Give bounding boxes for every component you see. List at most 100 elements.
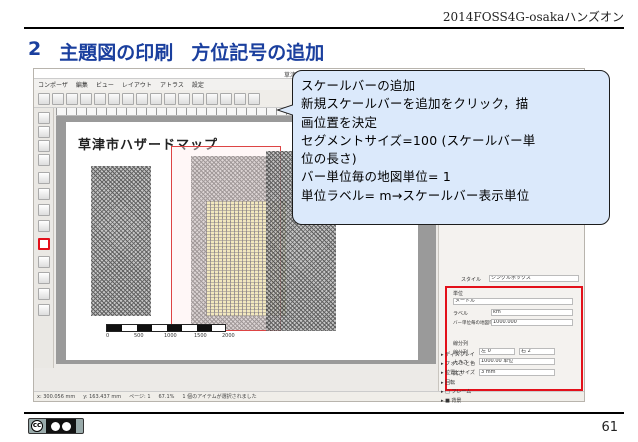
zoom-full-icon[interactable]: [178, 92, 190, 105]
scalebar[interactable]: [106, 324, 226, 332]
callout-line: スケールバーの追加: [301, 78, 416, 93]
cc-icon: cc: [31, 420, 43, 432]
map-extent-box: [171, 146, 281, 331]
select-icon[interactable]: [38, 140, 50, 152]
scale-tick: 2000: [222, 333, 235, 339]
units-select[interactable]: メートル: [453, 298, 573, 305]
export-svg-icon[interactable]: [122, 92, 134, 105]
section-position[interactable]: ▸ 位置とサイズ: [441, 369, 475, 378]
section-background-label: 背景: [451, 398, 462, 405]
title-main: 主題図の印刷: [59, 42, 174, 64]
panel-collapsed-sections: ▸ ディスプレイ ▸ フォントと色 ▸ 位置とサイズ ▸ 回転 ▸ □ フレーム…: [441, 351, 475, 406]
callout-line: 画位置を決定: [301, 114, 378, 130]
menu-settings[interactable]: 設定: [192, 80, 204, 89]
refresh-icon[interactable]: [220, 92, 232, 105]
callout-line: バー単位毎の地図単位= 1: [301, 169, 452, 185]
share-alike-icon: [62, 421, 71, 431]
height-input[interactable]: 3 mm: [479, 369, 555, 376]
scale-tick: 0: [106, 333, 110, 339]
header-text: 2014FOSS4G-osakaハンズオン: [442, 10, 624, 24]
export-pdf-icon[interactable]: [136, 92, 148, 105]
add-html-icon[interactable]: [38, 304, 50, 316]
section-rotation-label: 回転: [445, 379, 456, 386]
label-input[interactable]: km: [491, 309, 573, 316]
add-legend-icon[interactable]: [38, 220, 50, 232]
instruction-callout: スケールバーの追加 新規スケールバーを追加をクリック，描 画位置を決定 セグメン…: [292, 70, 610, 225]
status-x: x: 300.056 mm: [37, 393, 76, 400]
export-image-icon[interactable]: [108, 92, 120, 105]
style-select[interactable]: シングルボックス: [489, 275, 579, 282]
lock-icon[interactable]: [234, 92, 246, 105]
section-fonts[interactable]: ▸ フォントと色: [441, 360, 475, 369]
add-scalebar-icon[interactable]: [38, 238, 50, 250]
status-hint: 1 個のアイテムが選択されました: [182, 394, 257, 400]
unlock-icon[interactable]: [248, 92, 260, 105]
duplicate-icon[interactable]: [80, 92, 92, 105]
menu-composer[interactable]: コンポーザ: [38, 80, 68, 89]
section-frame[interactable]: ▸ □ フレーム: [441, 388, 475, 397]
cc-license-badge: cc: [28, 418, 84, 434]
redo-icon[interactable]: [164, 92, 176, 105]
menu-view[interactable]: ビュー: [96, 80, 114, 89]
segments-right-input[interactable]: 右 2: [519, 348, 555, 355]
add-shape-icon[interactable]: [38, 256, 50, 268]
add-table-icon[interactable]: [38, 288, 50, 300]
menu-layout[interactable]: レイアウト: [122, 80, 152, 89]
left-toolbox: [34, 108, 54, 368]
callout-line: 新規スケールバーを追加をクリック，描: [301, 96, 529, 112]
menu-atlas[interactable]: アトラス: [160, 80, 184, 89]
slide-title: 2 主題図の印刷 方位記号の追加: [28, 38, 324, 65]
section-frame-label: フレーム: [451, 388, 472, 395]
scale-tick: 1500: [194, 333, 207, 339]
label-label: ラベル: [453, 311, 469, 317]
new-icon[interactable]: [38, 92, 50, 105]
units-group-label: 単位: [453, 291, 464, 297]
add-label-icon[interactable]: [38, 204, 50, 216]
map-area-west: [91, 166, 151, 316]
zoom-icon[interactable]: [38, 126, 50, 138]
slide: 2014FOSS4G-osakaハンズオン 2 主題図の印刷 方位記号の追加 草…: [0, 0, 638, 442]
print-icon[interactable]: [94, 92, 106, 105]
menu-edit[interactable]: 編集: [76, 80, 88, 89]
status-page: ページ: 1: [129, 394, 151, 400]
section-fonts-label: フォントと色: [445, 361, 476, 368]
scale-tick: 1000: [164, 333, 177, 339]
callout-pointer-fill: [279, 105, 294, 115]
section-background[interactable]: ▸ ■ 背景: [441, 397, 475, 406]
scale-tick: 500: [134, 333, 144, 339]
segments-left-input[interactable]: 左 0: [479, 348, 515, 355]
attribution-icon: [51, 421, 60, 431]
section-display[interactable]: ▸ ディスプレイ: [441, 351, 475, 360]
size-input[interactable]: 1000.00 単位: [479, 358, 555, 365]
add-arrow-icon[interactable]: [38, 272, 50, 284]
callout-line: 位の長さ): [301, 151, 357, 167]
map-frame[interactable]: [91, 146, 336, 331]
map-units-input[interactable]: 1000.000: [491, 319, 573, 326]
status-bar: x: 300.056 mm y: 163.437 mm ページ: 1 67.1%…: [34, 391, 584, 401]
zoom-out-icon[interactable]: [206, 92, 218, 105]
move-content-icon[interactable]: [38, 154, 50, 166]
add-image-icon[interactable]: [38, 188, 50, 200]
open-icon[interactable]: [52, 92, 64, 105]
segments-group-label: 線分列: [453, 341, 469, 347]
scalebar-ticks: 0 500 1000 1500 2000: [106, 333, 246, 339]
pan-icon[interactable]: [38, 112, 50, 124]
section-display-label: ディスプレイ: [445, 352, 475, 358]
section-position-label: 位置とサイズ: [445, 370, 475, 377]
section-rotation[interactable]: ▸ 回転: [441, 379, 475, 388]
undo-icon[interactable]: [150, 92, 162, 105]
callout-line: セグメントサイズ=100 (スケールバー単: [301, 132, 536, 148]
title-number: 2: [28, 38, 42, 60]
status-y: y: 163.437 mm: [83, 393, 122, 400]
style-label: スタイル: [461, 277, 482, 283]
zoom-in-icon[interactable]: [192, 92, 204, 105]
callout-line: 単位ラベル= m→スケールバー表示単位: [301, 187, 530, 203]
by-sa-icon: [46, 419, 76, 433]
page-number: 61: [601, 420, 618, 435]
save-icon[interactable]: [66, 92, 78, 105]
status-zoom[interactable]: 67.1%: [159, 394, 175, 400]
add-map-icon[interactable]: [38, 172, 50, 184]
top-divider: [24, 27, 624, 29]
bottom-divider: [24, 412, 624, 414]
title-sub: 方位記号の追加: [191, 42, 325, 64]
